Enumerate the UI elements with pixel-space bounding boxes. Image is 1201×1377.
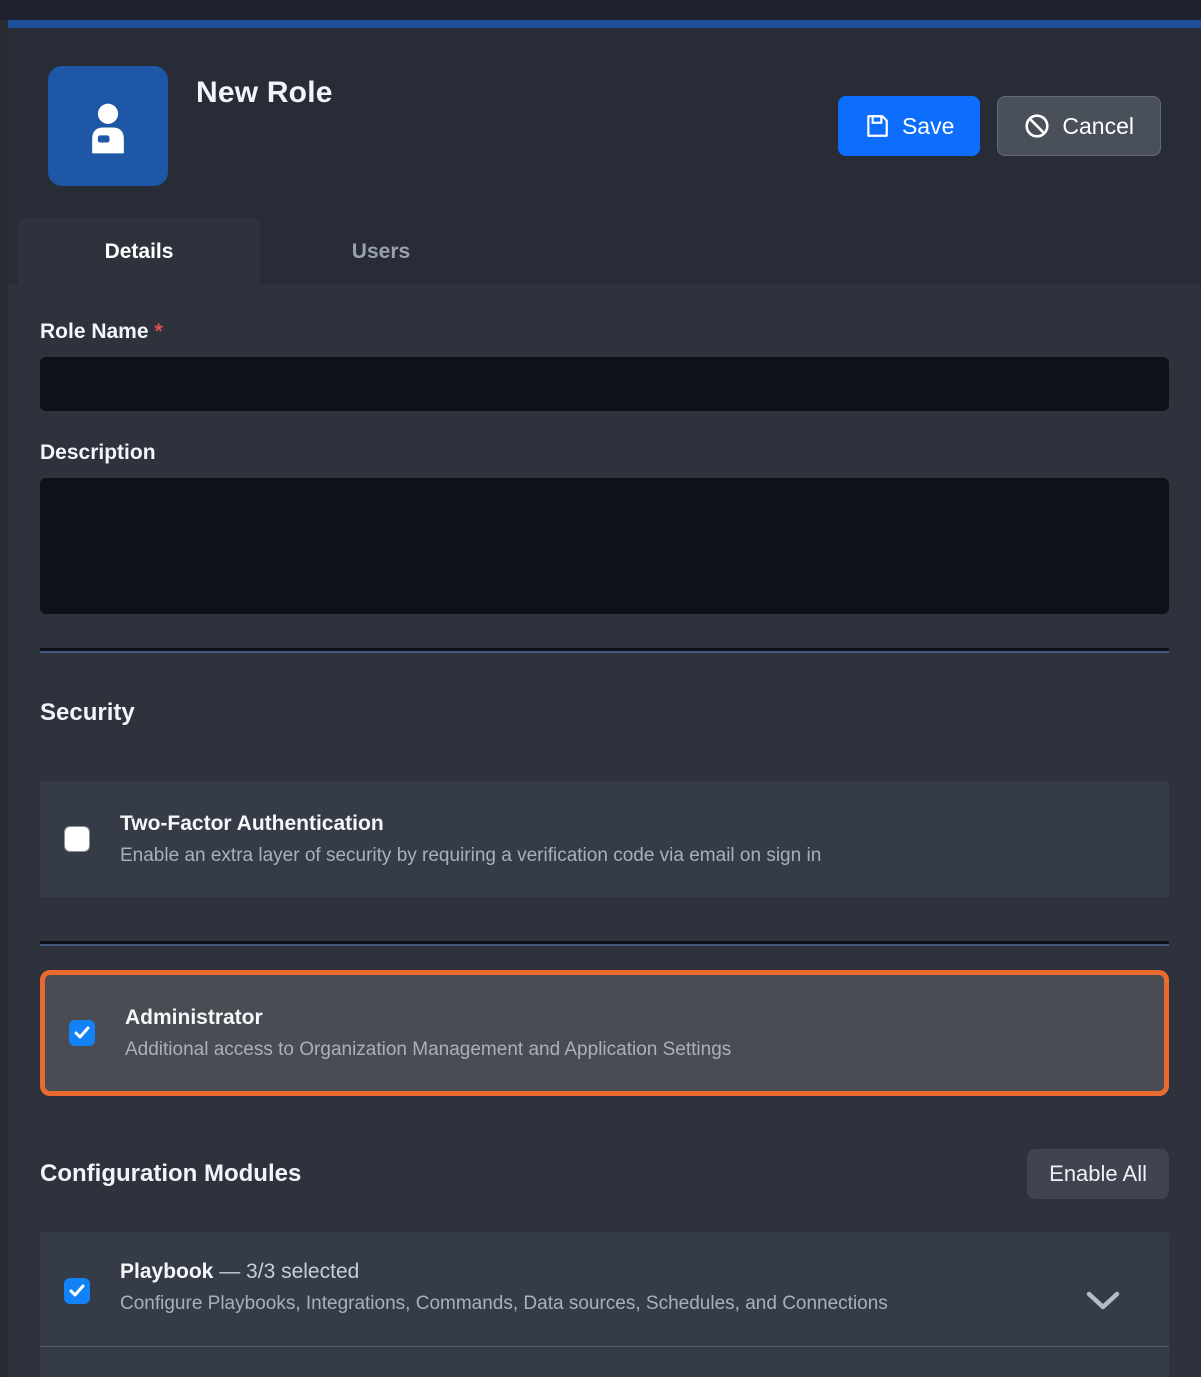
two-factor-title: Two-Factor Authentication [120, 812, 821, 836]
check-icon [69, 1284, 85, 1298]
top-bar [0, 0, 1201, 20]
role-name-input[interactable] [40, 357, 1169, 411]
section-divider [40, 941, 1169, 946]
chevron-down-icon[interactable] [1085, 1290, 1121, 1312]
tab-details[interactable]: Details [18, 218, 260, 285]
person-icon [72, 90, 144, 162]
cancel-button[interactable]: Cancel [997, 96, 1161, 156]
tab-users[interactable]: Users [260, 218, 502, 285]
administrator-text: Administrator Additional access to Organ… [125, 1006, 731, 1061]
two-factor-text: Two-Factor Authentication Enable an extr… [120, 812, 821, 867]
cancel-button-label: Cancel [1062, 113, 1134, 140]
playbook-module-title: Playbook — 3/3 selected [120, 1260, 888, 1284]
details-tab-content: Role Name * Description Security Two-Fact… [8, 285, 1201, 1377]
header-actions: Save Cancel [838, 96, 1161, 156]
panel-header: New Role Save Cancel [8, 28, 1201, 218]
playbook-selected-summary: — 3/3 selected [219, 1260, 359, 1283]
two-factor-checkbox[interactable] [64, 826, 90, 852]
two-factor-description: Enable an extra layer of security by req… [120, 845, 821, 867]
section-divider [40, 648, 1169, 653]
tab-bar: Details Users [8, 218, 1201, 285]
administrator-title: Administrator [125, 1006, 731, 1030]
playbook-module-row: Playbook — 3/3 selected Configure Playbo… [64, 1260, 1145, 1315]
playbook-module-card[interactable]: Playbook — 3/3 selected Configure Playbo… [40, 1232, 1169, 1377]
playbook-module-name: Playbook [120, 1260, 213, 1283]
required-marker: * [155, 320, 163, 343]
ban-icon [1024, 113, 1050, 139]
save-button-label: Save [902, 113, 954, 140]
new-role-panel: New Role Save Cancel Details Users Role [8, 20, 1201, 1377]
administrator-checkbox[interactable] [69, 1020, 95, 1046]
administrator-description: Additional access to Organization Manage… [125, 1039, 731, 1061]
floppy-disk-icon [864, 113, 890, 139]
role-name-label: Role Name * [40, 320, 1169, 344]
security-heading: Security [40, 699, 1169, 727]
role-avatar [48, 66, 168, 186]
administrator-card: Administrator Additional access to Organ… [40, 970, 1169, 1096]
page-title: New Role [196, 76, 333, 110]
playbook-module-description: Configure Playbooks, Integrations, Comma… [120, 1293, 888, 1315]
description-input[interactable] [40, 478, 1169, 614]
check-icon [74, 1026, 90, 1040]
configuration-modules-heading: Configuration Modules [40, 1160, 301, 1188]
save-button[interactable]: Save [838, 96, 980, 156]
description-label: Description [40, 441, 1169, 465]
playbook-checkbox[interactable] [64, 1278, 90, 1304]
module-row-divider [40, 1346, 1169, 1347]
playbook-module-text: Playbook — 3/3 selected Configure Playbo… [120, 1260, 888, 1315]
configuration-modules-header: Configuration Modules Enable All [40, 1149, 1169, 1199]
enable-all-button[interactable]: Enable All [1027, 1149, 1169, 1199]
role-name-label-text: Role Name [40, 320, 149, 343]
two-factor-card: Two-Factor Authentication Enable an extr… [40, 781, 1169, 897]
